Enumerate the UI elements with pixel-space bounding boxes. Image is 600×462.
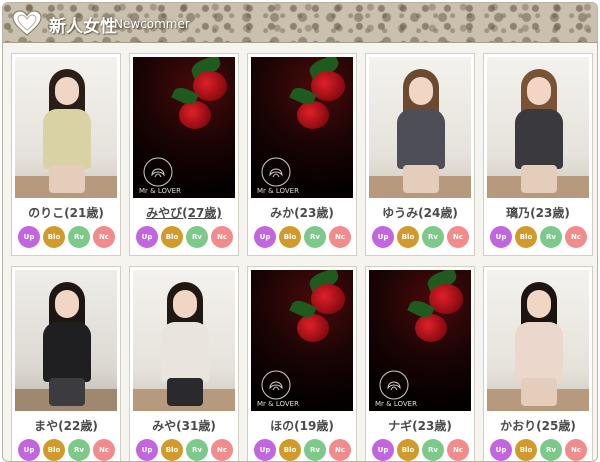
nc-badge[interactable]: Nc: [565, 439, 587, 461]
profile-photo[interactable]: [15, 270, 117, 411]
club-logo-text: Mr & LOVER: [375, 400, 417, 408]
blo-badge[interactable]: Blo: [43, 439, 65, 461]
profile-card[interactable]: かおり(25歳) Up Blo Rv Nc: [483, 266, 593, 461]
up-badge[interactable]: Up: [254, 226, 276, 248]
newcomer-panel: 新人女性 Newcommer のりこ(21歳) Up Blo Rv Nc Mr …: [2, 2, 598, 462]
badge-row: Up Blo Rv Nc: [254, 226, 352, 248]
profile-photo[interactable]: [487, 270, 589, 411]
badge-row: Up Blo Rv Nc: [372, 226, 470, 248]
profile-name[interactable]: のりこ(21歳): [12, 204, 120, 221]
profile-card[interactable]: まや(22歳) Up Blo Rv Nc: [11, 266, 121, 461]
blo-badge[interactable]: Blo: [279, 439, 301, 461]
rv-badge[interactable]: Rv: [186, 226, 208, 248]
nc-badge[interactable]: Nc: [447, 226, 469, 248]
page-title: 新人女性: [49, 17, 117, 37]
blo-badge[interactable]: Blo: [43, 226, 65, 248]
badge-row: Up Blo Rv Nc: [18, 439, 116, 461]
nc-badge[interactable]: Nc: [93, 439, 115, 461]
profile-name[interactable]: かおり(25歳): [484, 417, 592, 434]
profile-card[interactable]: Mr & LOVER みか(23歳) Up Blo Rv Nc: [247, 53, 357, 256]
profile-name[interactable]: みやび(27歳): [130, 204, 238, 221]
rose-placeholder-photo[interactable]: Mr & LOVER: [369, 270, 471, 411]
blo-badge[interactable]: Blo: [397, 439, 419, 461]
club-logo-text: Mr & LOVER: [139, 187, 181, 195]
profile-card[interactable]: みや(31歳) Up Blo Rv Nc: [129, 266, 239, 461]
badge-row: Up Blo Rv Nc: [372, 439, 470, 461]
club-logo-icon: [261, 157, 291, 187]
blo-badge[interactable]: Blo: [397, 226, 419, 248]
club-logo-icon: [261, 370, 291, 400]
badge-row: Up Blo Rv Nc: [254, 439, 352, 461]
up-badge[interactable]: Up: [490, 439, 512, 461]
rose-placeholder-photo[interactable]: Mr & LOVER: [251, 57, 353, 198]
profile-name[interactable]: 璃乃(23歳): [484, 204, 592, 221]
blo-badge[interactable]: Blo: [161, 226, 183, 248]
up-badge[interactable]: Up: [372, 439, 394, 461]
club-logo-icon: [379, 370, 409, 400]
profile-card[interactable]: ゆうみ(24歳) Up Blo Rv Nc: [365, 53, 475, 256]
profile-name[interactable]: ナギ(23歳): [366, 417, 474, 434]
page-subtitle: Newcommer: [114, 17, 190, 31]
nc-badge[interactable]: Nc: [329, 439, 351, 461]
up-badge[interactable]: Up: [136, 226, 158, 248]
profile-name[interactable]: まや(22歳): [12, 417, 120, 434]
profile-card[interactable]: Mr & LOVER みやび(27歳) Up Blo Rv Nc: [129, 53, 239, 256]
badge-row: Up Blo Rv Nc: [136, 226, 234, 248]
blo-badge[interactable]: Blo: [161, 439, 183, 461]
rv-badge[interactable]: Rv: [422, 226, 444, 248]
rose-placeholder-photo[interactable]: Mr & LOVER: [251, 270, 353, 411]
profile-card[interactable]: Mr & LOVER ナギ(23歳) Up Blo Rv Nc: [365, 266, 475, 461]
badge-row: Up Blo Rv Nc: [18, 226, 116, 248]
badge-row: Up Blo Rv Nc: [490, 439, 588, 461]
profile-photo[interactable]: [15, 57, 117, 198]
rv-badge[interactable]: Rv: [186, 439, 208, 461]
nc-badge[interactable]: Nc: [211, 439, 233, 461]
profile-card[interactable]: 璃乃(23歳) Up Blo Rv Nc: [483, 53, 593, 256]
club-logo-icon: [143, 157, 173, 187]
rv-badge[interactable]: Rv: [68, 226, 90, 248]
blo-badge[interactable]: Blo: [515, 439, 537, 461]
nc-badge[interactable]: Nc: [447, 439, 469, 461]
badge-row: Up Blo Rv Nc: [136, 439, 234, 461]
heart-logo-icon: [12, 10, 42, 36]
profile-photo[interactable]: [133, 270, 235, 411]
rv-badge[interactable]: Rv: [68, 439, 90, 461]
rv-badge[interactable]: Rv: [304, 226, 326, 248]
newcomer-grid: のりこ(21歳) Up Blo Rv Nc Mr & LOVER みやび(27歳…: [11, 53, 597, 461]
profile-name[interactable]: ゆうみ(24歳): [366, 204, 474, 221]
profile-name[interactable]: ほの(19歳): [248, 417, 356, 434]
blo-badge[interactable]: Blo: [515, 226, 537, 248]
up-badge[interactable]: Up: [372, 226, 394, 248]
profile-card[interactable]: Mr & LOVER ほの(19歳) Up Blo Rv Nc: [247, 266, 357, 461]
panel-header: 新人女性 Newcommer: [3, 3, 597, 43]
club-logo-text: Mr & LOVER: [257, 400, 299, 408]
up-badge[interactable]: Up: [254, 439, 276, 461]
nc-badge[interactable]: Nc: [329, 226, 351, 248]
rv-badge[interactable]: Rv: [540, 226, 562, 248]
profile-card[interactable]: のりこ(21歳) Up Blo Rv Nc: [11, 53, 121, 256]
nc-badge[interactable]: Nc: [93, 226, 115, 248]
blo-badge[interactable]: Blo: [279, 226, 301, 248]
up-badge[interactable]: Up: [18, 439, 40, 461]
up-badge[interactable]: Up: [18, 226, 40, 248]
profile-photo[interactable]: [369, 57, 471, 198]
rv-badge[interactable]: Rv: [422, 439, 444, 461]
nc-badge[interactable]: Nc: [565, 226, 587, 248]
nc-badge[interactable]: Nc: [211, 226, 233, 248]
profile-photo[interactable]: [487, 57, 589, 198]
club-logo-text: Mr & LOVER: [257, 187, 299, 195]
profile-name[interactable]: みや(31歳): [130, 417, 238, 434]
badge-row: Up Blo Rv Nc: [490, 226, 588, 248]
up-badge[interactable]: Up: [490, 226, 512, 248]
rv-badge[interactable]: Rv: [304, 439, 326, 461]
rv-badge[interactable]: Rv: [540, 439, 562, 461]
profile-name[interactable]: みか(23歳): [248, 204, 356, 221]
rose-placeholder-photo[interactable]: Mr & LOVER: [133, 57, 235, 198]
up-badge[interactable]: Up: [136, 439, 158, 461]
